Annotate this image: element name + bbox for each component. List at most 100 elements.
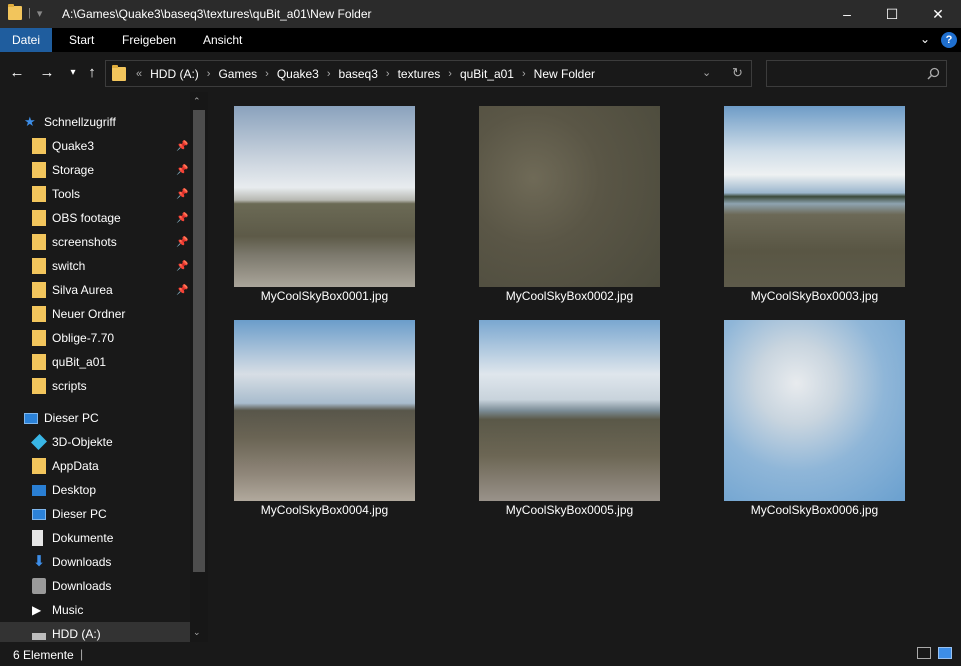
folder-icon — [32, 186, 46, 202]
breadcrumb-games[interactable]: Games — [214, 67, 261, 81]
image-thumbnail — [479, 106, 660, 287]
tab-ansicht[interactable]: Ansicht — [191, 28, 254, 52]
folder-icon — [32, 378, 46, 394]
sidebar-item-label: Desktop — [52, 483, 97, 497]
sidebar-item-label: Silva Aurea — [52, 283, 113, 297]
item-count: 6 Elemente — [13, 648, 74, 662]
customize-toolbar-chevron-icon[interactable]: ▾ — [37, 7, 43, 20]
file-item[interactable]: MyCoolSkyBox0003.jpg — [698, 92, 905, 306]
title-bar: | ▾ A:\Games\Quake3\baseq3\textures\quBi… — [0, 0, 961, 28]
sidebar-item-label: screenshots — [52, 235, 117, 249]
sidebar-item-label: scripts — [52, 379, 87, 393]
large-icons-view-icon[interactable] — [938, 647, 952, 659]
folder-icon — [32, 458, 46, 474]
file-item[interactable]: MyCoolSkyBox0005.jpg — [453, 306, 660, 520]
sidebar-item-dokumente[interactable]: Dokumente — [32, 526, 208, 550]
maximize-button[interactable]: ☐ — [869, 0, 915, 28]
folder-icon — [112, 64, 126, 81]
file-item[interactable]: MyCoolSkyBox0004.jpg — [208, 306, 415, 520]
folder-icon — [32, 282, 46, 298]
expand-ribbon-chevron-icon[interactable]: ⌄ — [920, 32, 930, 46]
sidebar-item-quick-access[interactable]: ★ Schnellzugriff — [24, 110, 208, 134]
breadcrumb-hdd[interactable]: HDD (A:) — [146, 67, 203, 81]
minimize-button[interactable]: – — [824, 0, 870, 28]
close-button[interactable]: ✕ — [915, 0, 961, 28]
file-name: MyCoolSkyBox0005.jpg — [505, 503, 634, 517]
search-icon — [927, 67, 940, 80]
sidebar-item-downloads[interactable]: ⬇ Downloads — [32, 550, 208, 574]
sidebar-item-label: 3D-Objekte — [52, 435, 113, 449]
image-thumbnail — [479, 320, 660, 501]
sidebar-item-appdata[interactable]: AppData — [32, 454, 208, 478]
breadcrumb-separator-icon[interactable]: › — [444, 68, 456, 80]
folder-icon — [32, 138, 46, 154]
back-arrow-icon[interactable]: ← — [6, 62, 28, 82]
folder-icon — [32, 330, 46, 346]
folder-icon — [32, 234, 46, 250]
hdd-icon — [32, 632, 46, 640]
breadcrumb-separator-icon[interactable]: › — [382, 68, 394, 80]
help-icon[interactable]: ? — [941, 32, 957, 48]
sidebar-item-label: Quake3 — [52, 139, 95, 153]
breadcrumb-separator-icon[interactable]: › — [203, 68, 215, 80]
sidebar-item-3d-objekte[interactable]: 3D-Objekte — [31, 430, 208, 454]
breadcrumb-new-folder[interactable]: New Folder — [530, 67, 599, 81]
sidebar-item-label: Storage — [52, 163, 95, 177]
quick-access-toolbar: | ▾ — [8, 4, 43, 20]
address-dropdown-chevron-icon[interactable]: ⌄ — [702, 66, 711, 79]
scroll-up-chevron-icon[interactable]: ⌃ — [193, 96, 201, 107]
desktop-icon — [32, 484, 46, 496]
sidebar-item-label: AppData — [52, 459, 99, 473]
address-bar[interactable]: « HDD (A:) › Games › Quake3 › baseq3 › t… — [105, 60, 752, 87]
tab-start[interactable]: Start — [57, 28, 106, 52]
file-name: MyCoolSkyBox0004.jpg — [260, 503, 389, 517]
file-name: MyCoolSkyBox0002.jpg — [505, 289, 634, 303]
folder-icon[interactable] — [8, 4, 22, 20]
scroll-down-chevron-icon[interactable]: ⌄ — [193, 627, 201, 638]
forward-arrow-icon[interactable]: → — [36, 62, 58, 82]
breadcrumb-quake3[interactable]: Quake3 — [273, 67, 323, 81]
toolbar-divider: | — [28, 7, 31, 19]
sidebar-item-music[interactable]: ▶ Music — [32, 598, 208, 622]
sidebar-item-label: Neuer Ordner — [52, 307, 126, 321]
tab-datei[interactable]: Datei — [0, 28, 53, 52]
details-view-icon[interactable] — [917, 647, 931, 659]
file-item[interactable]: MyCoolSkyBox0002.jpg — [453, 92, 660, 306]
sidebar-item-scripts[interactable]: scripts — [32, 374, 208, 398]
breadcrumb-separator-icon[interactable]: › — [518, 68, 530, 80]
drive-icon — [32, 578, 46, 594]
sidebar-item-hdd[interactable]: HDD (A:) — [0, 622, 208, 642]
sidebar-item-oblige[interactable]: Oblige-7.70 — [32, 326, 208, 350]
sidebar-scrollbar-thumb[interactable] — [193, 110, 205, 572]
sidebar-item-label: Schnellzugriff — [44, 115, 116, 129]
search-input[interactable] — [766, 60, 947, 87]
sidebar-item-this-pc[interactable]: Dieser PC — [24, 406, 208, 430]
sidebar-item-label: Dieser PC — [52, 507, 107, 521]
up-arrow-icon[interactable]: ↑ — [81, 62, 103, 82]
refresh-icon[interactable]: ↻ — [732, 65, 743, 81]
breadcrumb-textures[interactable]: textures — [394, 67, 445, 81]
sidebar-item-label: quBit_a01 — [52, 355, 107, 369]
sidebar-item-dieser-pc[interactable]: Dieser PC — [32, 502, 208, 526]
sidebar-item-downloads-2[interactable]: Downloads — [32, 574, 208, 598]
computer-icon — [24, 412, 38, 424]
breadcrumb-overflow[interactable]: « — [132, 68, 146, 80]
star-icon: ★ — [24, 114, 36, 129]
file-item[interactable]: MyCoolSkyBox0001.jpg — [208, 92, 415, 306]
breadcrumb-qubit[interactable]: quBit_a01 — [456, 67, 518, 81]
sidebar-item-neuer-ordner[interactable]: Neuer Ordner — [32, 302, 208, 326]
sidebar-item-label: Oblige-7.70 — [52, 331, 115, 345]
breadcrumb-separator-icon[interactable]: › — [323, 68, 335, 80]
folder-icon — [32, 162, 46, 178]
sidebar-item-qubit-a01[interactable]: quBit_a01 — [32, 350, 208, 374]
sidebar-item-desktop[interactable]: Desktop — [32, 478, 208, 502]
file-name: MyCoolSkyBox0006.jpg — [750, 503, 879, 517]
document-icon — [32, 530, 43, 546]
tab-freigeben[interactable]: Freigeben — [110, 28, 188, 52]
folder-icon — [32, 210, 46, 226]
sidebar-item-label: Tools — [52, 187, 81, 201]
file-name: MyCoolSkyBox0001.jpg — [260, 289, 389, 303]
breadcrumb-separator-icon[interactable]: › — [261, 68, 273, 80]
file-item[interactable]: MyCoolSkyBox0006.jpg — [698, 306, 905, 520]
breadcrumb-baseq3[interactable]: baseq3 — [335, 67, 382, 81]
